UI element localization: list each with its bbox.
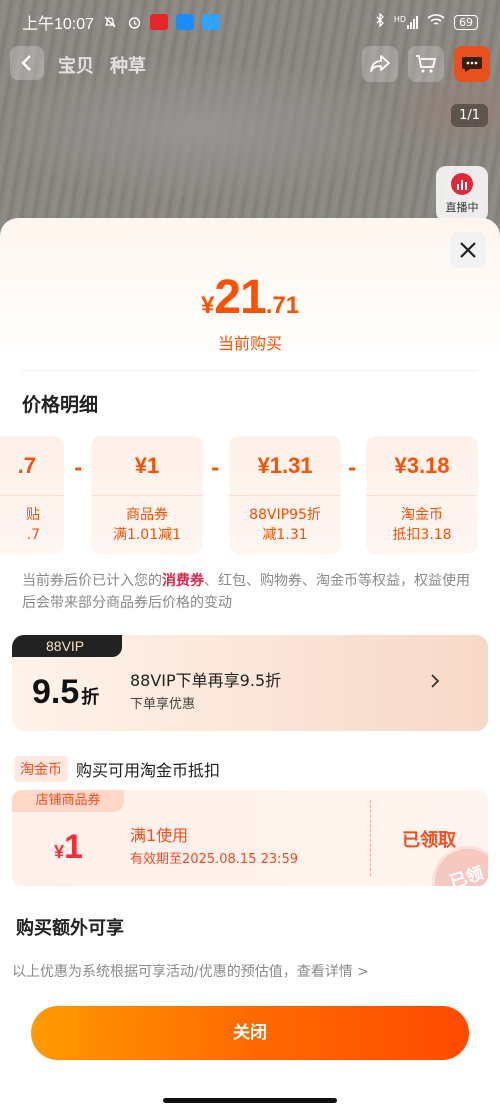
discount-amount: ¥3.18 [366,436,478,496]
consumption-coupon-link[interactable]: 消费券 [162,573,204,589]
taojinbi-text: 购买可用淘金币抵扣 [76,761,221,780]
message-icon [462,57,482,72]
coupon-amount: ¥1 [54,828,83,867]
price-label: 当前购买 [217,334,282,353]
app-icon-3 [202,14,221,30]
share-icon [370,55,390,72]
message-button[interactable] [454,46,490,82]
home-indicator [163,1098,337,1103]
coupon-separator [370,800,371,876]
coupon-condition: 满1使用 [130,826,189,845]
vip-discount-card[interactable]: 88VIP 9.5 折 88VIP下单再享9.5折 下单享优惠 [12,635,488,731]
live-badge[interactable]: 直播中 [436,166,488,222]
discount-amount: ¥1 [91,436,203,496]
discount-card: .7 贴 .7 [0,436,64,554]
coupon-value: 1 [64,828,83,866]
price-detail-sheet: ¥21.71 当前购买 价格明细 .7 贴 .7 - ¥1 商品券 满1.01减… [0,218,500,1111]
signal-icon: HD [394,15,418,29]
estimate-note-link[interactable]: 以上优惠为系统根据可享活动/优惠的预估值，查看详情 > [12,961,369,981]
discount-detail: 减1.31 [262,527,308,543]
discount-amount: .7 [0,436,64,496]
cart-button[interactable] [408,46,444,82]
discount-detail: 满1.01减1 [112,527,182,543]
status-time: 上午10:07 [22,16,95,33]
close-button[interactable]: 关闭 [31,1006,469,1060]
share-button[interactable] [362,46,398,82]
discount-name: 贴 [26,507,40,523]
chevron-right-icon [430,673,440,693]
tab-grass[interactable]: 种草 [110,52,146,78]
close-sheet-button[interactable] [450,232,486,268]
taojinbi-tag: 淘金币 [14,756,68,782]
coupon-status: 已领取 [402,830,456,851]
network-hd-label: HD [393,15,406,24]
price-decimal: .71 [265,292,300,319]
vip-discount: 9.5 折 [32,673,99,712]
discount-card: ¥1.31 88VIP95折 减1.31 [229,436,341,554]
discount-card: ¥1 商品券 满1.01减1 [91,436,203,554]
coupon-validity: 有效期至2025.08.15 23:59 [130,852,299,867]
app-icon-2 [176,14,195,30]
discount-cards: .7 贴 .7 - ¥1 商品券 满1.01减1 - ¥1.31 88VIP95… [0,436,500,554]
coupon-tag: 店铺商品券 [12,790,124,812]
vip-discount-value: 9.5 [32,673,80,711]
minus-sign: - [74,456,83,480]
discount-name: 商品券 [126,507,168,523]
discount-detail: .7 [26,527,40,543]
section-title-extra: 购买额外可享 [16,918,124,939]
divider [22,370,478,371]
price-integer: 21 [214,271,266,324]
discount-name: 88VIP95折 [249,507,321,523]
battery-icon: 69 [454,14,478,30]
shop-coupon-card[interactable]: 店铺商品券 ¥1 满1使用 有效期至2025.08.15 23:59 已领取 已… [12,790,488,886]
vip-discount-unit: 折 [81,687,100,707]
price-note: 当前券后价已计入您的消费券、红包、购物券、淘金币等权益，权益使用后会带来部分商品… [22,570,482,614]
taojinbi-row: 淘金币 购买可用淘金币抵扣 [14,756,220,782]
minus-sign: - [348,456,357,480]
section-title-breakdown: 价格明细 [22,394,99,416]
discount-amount: ¥1.31 [229,436,341,496]
discount-detail: 抵扣3.18 [392,527,452,543]
discount-name: 淘金币 [401,507,443,523]
nav-tabs: 宝贝 种草 [58,52,146,78]
chevron-left-icon [21,55,31,71]
close-icon [460,242,476,258]
wifi-icon [427,13,445,31]
coupon-currency: ¥ [54,842,65,862]
app-icon-1 [150,14,169,30]
product-nav-bar: 宝贝 种草 [0,44,500,84]
bluetooth-icon [375,12,385,31]
note-prefix: 当前券后价已计入您的 [22,573,162,589]
notification-mute-icon [102,14,118,30]
current-price: ¥21.71 [0,270,500,325]
vip-subtitle: 下单享优惠 [130,697,196,712]
cart-icon [416,55,437,73]
discount-card: ¥3.18 淘金币 抵扣3.18 [366,436,478,554]
live-label: 直播中 [445,201,479,214]
alarm-icon [126,14,142,30]
vip-title: 88VIP下单再享9.5折 [130,671,282,690]
back-button[interactable] [10,46,44,80]
price-currency: ¥ [200,292,215,319]
image-page-counter: 1/1 [451,104,488,127]
minus-sign: - [211,456,220,480]
live-icon [451,173,473,195]
vip-tag: 88VIP [12,635,122,657]
status-bar: 上午10:07 HD 69 [0,0,500,44]
tab-item[interactable]: 宝贝 [58,52,94,78]
